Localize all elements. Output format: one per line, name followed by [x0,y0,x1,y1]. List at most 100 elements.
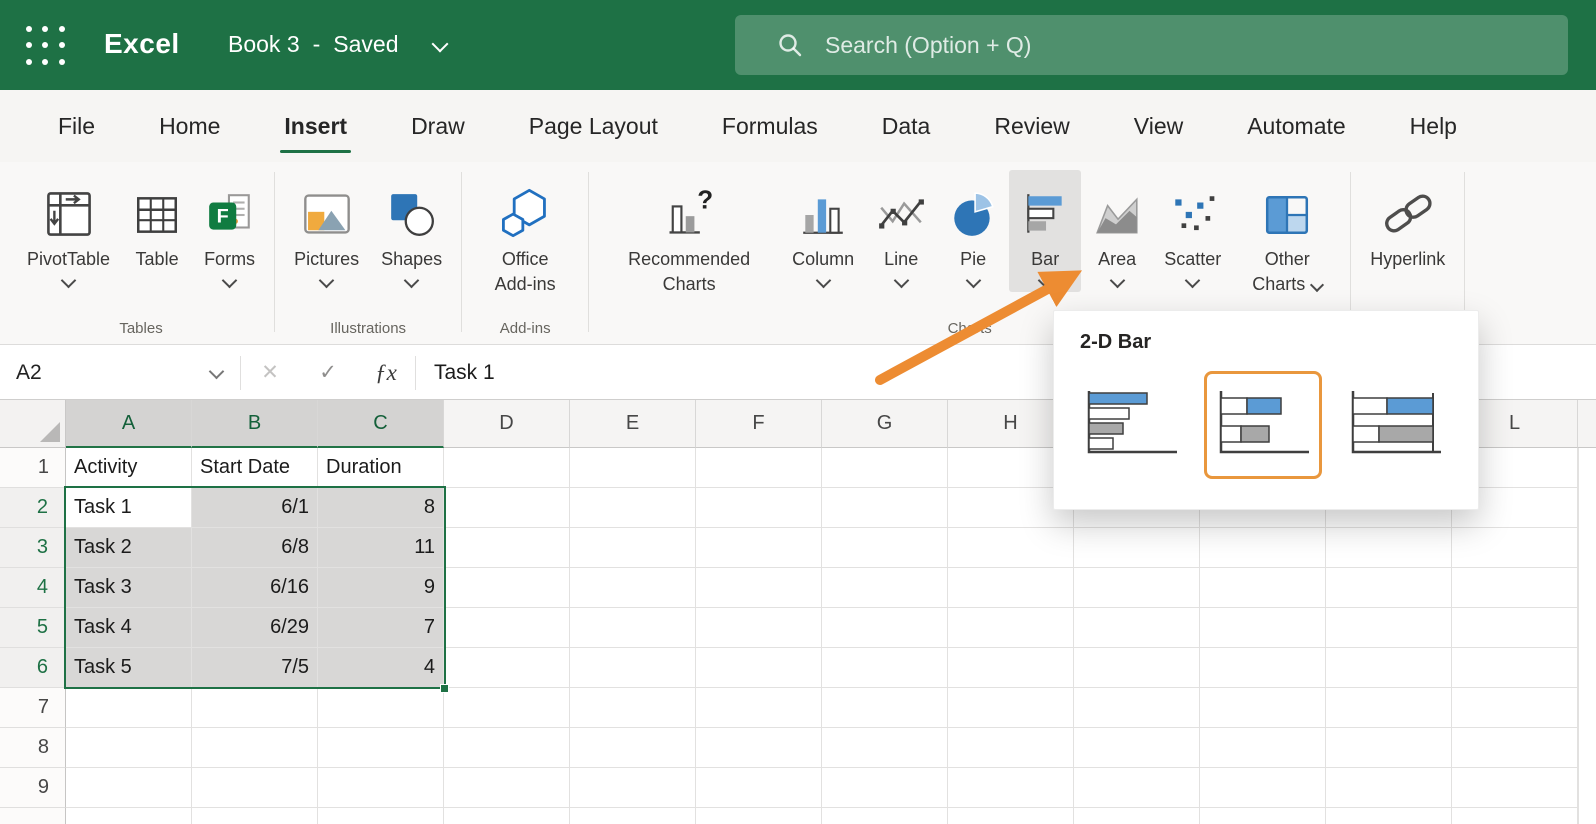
app-launcher-icon[interactable] [26,26,66,66]
cell-J3[interactable] [1200,528,1326,568]
cell-H4[interactable] [948,568,1074,608]
cell-H10[interactable] [948,808,1074,824]
cell-J8[interactable] [1200,728,1326,768]
cell-D4[interactable] [444,568,570,608]
tab-home[interactable]: Home [127,90,252,162]
row-header-9[interactable]: 9 [0,768,66,808]
cell-A7[interactable] [66,688,192,728]
row-header-8[interactable]: 8 [0,728,66,768]
cell-I6[interactable] [1074,648,1200,688]
cell-A9[interactable] [66,768,192,808]
cell-C4[interactable]: 9 [318,568,444,608]
forms-button[interactable]: F Forms [193,170,266,292]
cell-G8[interactable] [822,728,948,768]
tab-review[interactable]: Review [962,90,1101,162]
row-header-partial[interactable] [0,808,66,824]
stacked-bar-option[interactable] [1204,371,1322,479]
pivottable-button[interactable]: PivotTable [16,170,121,292]
tab-draw[interactable]: Draw [379,90,497,162]
cell-B2[interactable]: 6/1 [192,488,318,528]
cell-I3[interactable] [1074,528,1200,568]
row-header-4[interactable]: 4 [0,568,66,608]
cell-L4[interactable] [1452,568,1578,608]
cell-I7[interactable] [1074,688,1200,728]
cell-D10[interactable] [444,808,570,824]
cell-D5[interactable] [444,608,570,648]
cell-D8[interactable] [444,728,570,768]
hyperlink-button[interactable]: Hyperlink [1359,170,1456,276]
cell-K7[interactable] [1326,688,1452,728]
cell-D6[interactable] [444,648,570,688]
cell-A4[interactable]: Task 3 [66,568,192,608]
cell-J5[interactable] [1200,608,1326,648]
cell-I5[interactable] [1074,608,1200,648]
cell-B4[interactable]: 6/16 [192,568,318,608]
cell-A2[interactable]: Task 1 [66,488,192,528]
cell-F8[interactable] [696,728,822,768]
pie-chart-button[interactable]: Pie [937,170,1009,292]
cell-E2[interactable] [570,488,696,528]
cell-A1[interactable]: Activity [66,448,192,488]
pictures-button[interactable]: Pictures [283,170,370,292]
cell-H5[interactable] [948,608,1074,648]
cell-K10[interactable] [1326,808,1452,824]
tab-insert[interactable]: Insert [252,90,379,162]
cell-C5[interactable]: 7 [318,608,444,648]
cell-H8[interactable] [948,728,1074,768]
column-header-D[interactable]: D [444,400,570,448]
cell-B9[interactable] [192,768,318,808]
row-header-1[interactable]: 1 [0,448,66,488]
cell-B6[interactable]: 7/5 [192,648,318,688]
enter-icon[interactable]: ✓ [299,360,357,385]
cell-C1[interactable]: Duration [318,448,444,488]
cell-E6[interactable] [570,648,696,688]
cell-K8[interactable] [1326,728,1452,768]
cell-A8[interactable] [66,728,192,768]
document-title[interactable]: Book 3 - Saved [228,31,446,58]
cell-K4[interactable] [1326,568,1452,608]
cell-G3[interactable] [822,528,948,568]
cell-L6[interactable] [1452,648,1578,688]
cell-G7[interactable] [822,688,948,728]
cell-L3[interactable] [1452,528,1578,568]
cell-F6[interactable] [696,648,822,688]
other-charts-button[interactable]: Other Charts [1232,170,1342,301]
cell-G4[interactable] [822,568,948,608]
cell-B5[interactable]: 6/29 [192,608,318,648]
cell-C10[interactable] [318,808,444,824]
tab-page-layout[interactable]: Page Layout [497,90,690,162]
cell-C3[interactable]: 11 [318,528,444,568]
cell-F2[interactable] [696,488,822,528]
tab-file[interactable]: File [26,90,127,162]
select-all-corner[interactable] [0,400,66,448]
cell-G6[interactable] [822,648,948,688]
cell-F5[interactable] [696,608,822,648]
cell-E7[interactable] [570,688,696,728]
cell-I9[interactable] [1074,768,1200,808]
cell-J10[interactable] [1200,808,1326,824]
cell-F4[interactable] [696,568,822,608]
column-header-F[interactable]: F [696,400,822,448]
row-header-5[interactable]: 5 [0,608,66,648]
cell-E1[interactable] [570,448,696,488]
column-chart-button[interactable]: Column [781,170,865,292]
cell-L7[interactable] [1452,688,1578,728]
cell-E4[interactable] [570,568,696,608]
cell-A5[interactable]: Task 4 [66,608,192,648]
column-header-G[interactable]: G [822,400,948,448]
search-input[interactable]: Search (Option + Q) [735,15,1568,75]
bar-chart-button[interactable]: Bar [1009,170,1081,292]
cell-J7[interactable] [1200,688,1326,728]
cell-F3[interactable] [696,528,822,568]
cell-K6[interactable] [1326,648,1452,688]
cell-F9[interactable] [696,768,822,808]
cell-J6[interactable] [1200,648,1326,688]
cell-F7[interactable] [696,688,822,728]
cell-B7[interactable] [192,688,318,728]
cell-E5[interactable] [570,608,696,648]
cell-B3[interactable]: 6/8 [192,528,318,568]
cell-C9[interactable] [318,768,444,808]
cell-E10[interactable] [570,808,696,824]
cell-D9[interactable] [444,768,570,808]
fill-handle[interactable] [440,684,449,693]
